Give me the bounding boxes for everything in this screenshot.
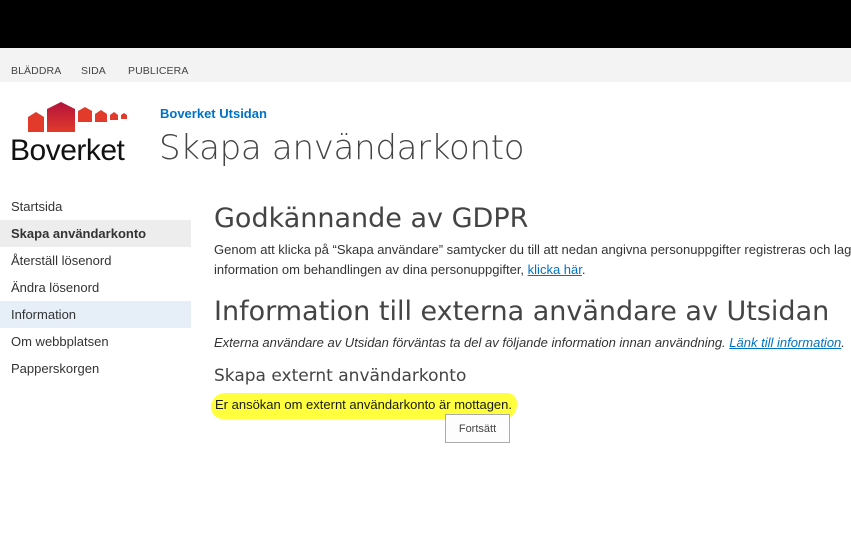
gdpr-heading: Godkännande av GDPR [214, 203, 529, 234]
ribbon-bar: BLÄDDRA SIDA PUBLICERA [0, 48, 851, 82]
left-navigation: Startsida Skapa användarkonto Återställ … [0, 193, 191, 382]
ribbon-tab-browse[interactable]: BLÄDDRA [11, 65, 61, 77]
gdpr-read-more-link[interactable]: klicka här [528, 262, 582, 277]
nav-item-information[interactable]: Information [0, 301, 191, 328]
logo-houses-icon [28, 102, 127, 132]
ribbon-tab-publish[interactable]: PUBLICERA [128, 65, 188, 77]
success-message: Er ansökan om externt användarkonto är m… [215, 397, 513, 412]
nav-item-papperskorgen[interactable]: Papperskorgen [0, 355, 191, 382]
boverket-logo[interactable]: Boverket [10, 100, 140, 170]
gdpr-text-line-2-end: . [581, 262, 586, 277]
ribbon-tab-page[interactable]: SIDA [81, 65, 106, 77]
continue-button[interactable]: Fortsätt [445, 414, 510, 443]
info-text-body: Externa användare av Utsidan förväntas t… [214, 335, 730, 350]
gdpr-text-line-1: Genom att klicka på “Skapa användare” sa… [214, 242, 851, 257]
nav-item-andra-losenord[interactable]: Ändra lösenord [0, 274, 191, 301]
top-suite-bar [0, 0, 851, 48]
info-text: Externa användare av Utsidan förväntas t… [214, 335, 845, 350]
info-link[interactable]: Länk till information [729, 335, 841, 350]
gdpr-text-line-2-start: information om behandlingen av dina pers… [214, 262, 528, 277]
nav-item-skapa-anvandarkonto[interactable]: Skapa användarkonto [0, 220, 191, 247]
section-heading: Skapa externt användarkonto [214, 366, 467, 386]
nav-item-om-webbplatsen[interactable]: Om webbplatsen [0, 328, 191, 355]
page-title: Skapa användarkonto [159, 128, 525, 168]
info-text-end: . [841, 335, 845, 350]
logo-wordmark: Boverket [10, 134, 125, 167]
gdpr-text-line-2: information om behandlingen av dina pers… [214, 262, 586, 277]
nav-item-aterstall-losenord[interactable]: Återställ lösenord [0, 247, 191, 274]
info-heading: Information till externa användare av Ut… [214, 296, 830, 327]
nav-item-startsida[interactable]: Startsida [0, 193, 191, 220]
site-link[interactable]: Boverket Utsidan [160, 106, 267, 121]
